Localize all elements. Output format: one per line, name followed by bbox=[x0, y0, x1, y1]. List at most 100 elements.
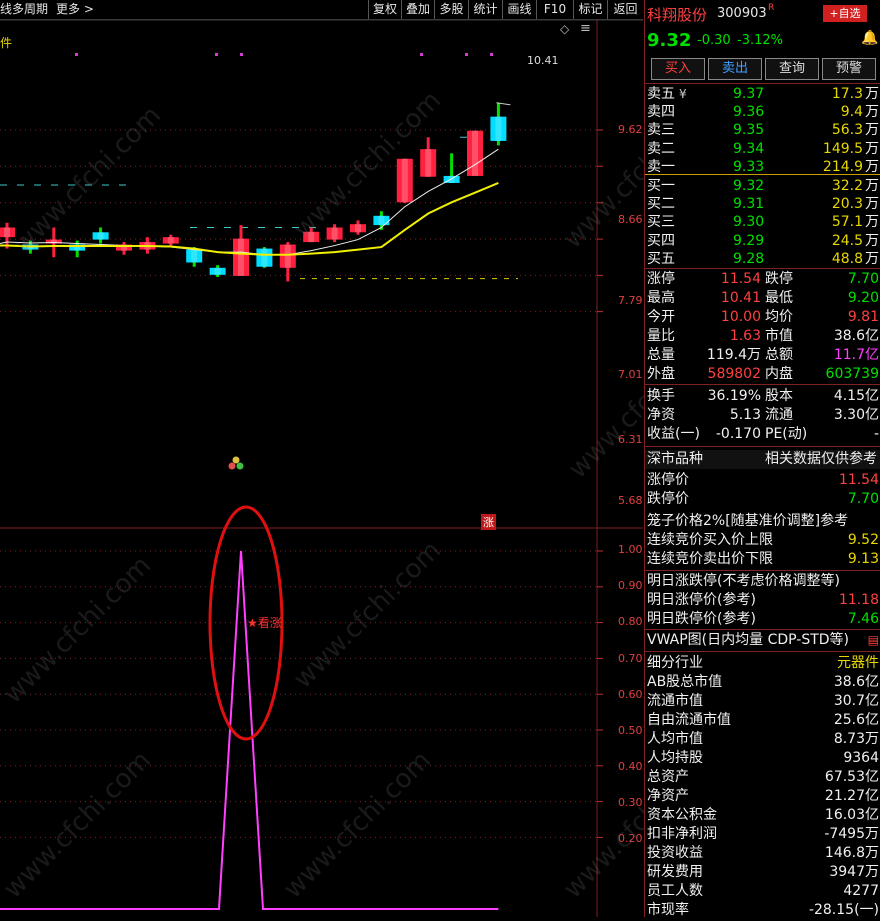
bid-row[interactable]: 买三 9.30 57.1 万 bbox=[645, 213, 880, 232]
zhang-badge: 涨 bbox=[481, 514, 496, 530]
toolbar-multi-stock-button[interactable]: 多股 bbox=[434, 0, 468, 19]
stat-row: 最高 10.41 最低 9.20 bbox=[647, 290, 879, 306]
kline-chart-area[interactable]: 件 ◇ ≡ 10.41 涨 ★看涨 9.62 8.66 7.79 7.01 6.… bbox=[0, 19, 722, 917]
price-gridlines bbox=[0, 129, 603, 313]
candle-highlight bbox=[472, 130, 478, 176]
bid-row[interactable]: 买一 9.32 32.2 万 bbox=[645, 177, 880, 196]
market-header: 深市品种 相关数据仅供参考 bbox=[645, 450, 880, 469]
toolbar-statistics-button[interactable]: 统计 bbox=[468, 0, 502, 19]
query-button[interactable]: 查询 bbox=[765, 58, 819, 80]
price-tick: 8.66 bbox=[618, 213, 643, 226]
stat-row: 换手 36.19% 股本 4.15亿 bbox=[647, 388, 879, 404]
candle-highlight bbox=[331, 227, 338, 240]
vwap-row[interactable]: VWAP图(日内均量 CDP-STD等) ▤ bbox=[645, 631, 880, 650]
candle-highlight bbox=[97, 232, 104, 240]
quote-panel: 科翔股份 300903 R +自选 9.32 -0.30 -3.12% 🔔 买入… bbox=[644, 0, 880, 918]
ask-row[interactable]: 卖三 9.35 56.3 万 bbox=[645, 121, 880, 140]
diamond-icon[interactable]: ◇ bbox=[560, 22, 569, 36]
indicator-tick: 0.90 bbox=[618, 579, 643, 592]
price-row: 扣非净利润 -7495万 bbox=[647, 826, 879, 842]
stat-row: 总量 119.4万 总额 11.7亿 bbox=[647, 347, 879, 363]
candle bbox=[396, 158, 413, 204]
price-tick: 6.31 bbox=[618, 433, 643, 446]
candle bbox=[279, 242, 296, 282]
buy-button[interactable]: 买入 bbox=[651, 58, 705, 80]
alert-button[interactable]: 预警 bbox=[822, 58, 876, 80]
candle-highlight bbox=[191, 249, 198, 263]
signal-cluster-icon bbox=[228, 456, 244, 470]
candle-highlight bbox=[238, 238, 244, 276]
candle-highlight bbox=[261, 248, 268, 267]
kanzhang-signal-label: ★看涨 bbox=[247, 616, 282, 630]
candle bbox=[326, 224, 343, 243]
stat-row: 量比 1.63 市值 38.6亿 bbox=[647, 328, 879, 344]
bid-row[interactable]: 买五 9.28 48.8 万 bbox=[645, 250, 880, 269]
stat-row: 今开 10.00 均价 9.81 bbox=[647, 309, 879, 325]
stat-row: 净资 5.13 流通 3.30亿 bbox=[647, 407, 879, 423]
price-row: 总资产 67.53亿 bbox=[647, 769, 879, 785]
candle-highlight bbox=[214, 267, 221, 275]
market-note: 相关数据仅供参考 bbox=[765, 451, 877, 467]
candle bbox=[92, 227, 109, 244]
toolbar-multi-period[interactable]: 多周期 bbox=[12, 0, 48, 19]
candle-highlight bbox=[401, 158, 408, 203]
price-tick: 9.62 bbox=[618, 123, 643, 136]
menu-icon[interactable]: ≡ bbox=[580, 21, 591, 36]
signal-dots bbox=[75, 53, 493, 56]
candle bbox=[162, 234, 179, 246]
toolbar-mark-button[interactable]: 标记 bbox=[573, 0, 607, 19]
toolbar-more[interactable]: 更多 > bbox=[56, 0, 94, 19]
bid-row[interactable]: 买四 9.29 24.5 万 bbox=[645, 232, 880, 251]
candle bbox=[116, 242, 132, 255]
stat-row: 涨停 11.54 跌停 7.70 bbox=[647, 271, 879, 287]
sell-button[interactable]: 卖出 bbox=[708, 58, 762, 80]
indicator-tick: 0.20 bbox=[618, 832, 643, 845]
price-row: 跌停价 7.70 bbox=[647, 491, 879, 507]
add-watchlist-button[interactable]: +自选 bbox=[823, 5, 867, 22]
toolbar-restore-rights-button[interactable]: 复权 bbox=[368, 0, 401, 19]
candle-highlight bbox=[355, 224, 361, 233]
price-tick: 5.68 bbox=[618, 494, 643, 507]
candle bbox=[490, 102, 507, 146]
price-row: 员工人数 4277 bbox=[647, 883, 879, 899]
stat-row: 收益(一) -0.170 PE(动) - bbox=[647, 426, 879, 442]
stat-row: 外盘 589802 内盘 603739 bbox=[647, 366, 879, 382]
signal-dot bbox=[75, 53, 78, 56]
price-row: 人均持股 9364 bbox=[647, 750, 879, 766]
signal-dot bbox=[465, 53, 468, 56]
bell-icon[interactable]: 🔔 bbox=[861, 30, 878, 46]
toolbar-draw-line-button[interactable]: 画线 bbox=[502, 0, 536, 19]
toolbar-f10-button[interactable]: F10 bbox=[536, 0, 573, 19]
last-price: 9.32 bbox=[647, 30, 692, 51]
price-row: 自由流通市值 25.6亿 bbox=[647, 712, 879, 728]
ask-row[interactable]: 卖二 9.34 149.5 万 bbox=[645, 140, 880, 159]
price-row: 净资产 21.27亿 bbox=[647, 788, 879, 804]
indicator-tick: 0.60 bbox=[618, 688, 643, 701]
toolbar-overlay-button[interactable]: 叠加 bbox=[401, 0, 434, 19]
chart-toolbar: 线 多周期 更多 > 复权 叠加 多股 统计 画线 F10 标记 返回 bbox=[0, 0, 643, 20]
indicator-tick: 1.00 bbox=[618, 543, 643, 556]
price-row: 人均市值 8.73万 bbox=[647, 731, 879, 747]
candle bbox=[233, 225, 249, 276]
price-tick: 7.79 bbox=[618, 294, 643, 307]
signal-dot bbox=[420, 53, 423, 56]
toolbar-period-partial[interactable]: 线 bbox=[0, 0, 12, 19]
ask-row[interactable]: 卖四 9.36 9.4 万 bbox=[645, 103, 880, 122]
indicator-tick: 0.70 bbox=[618, 652, 643, 665]
candle-highlight bbox=[284, 244, 291, 268]
indicator-tick: 0.40 bbox=[618, 760, 643, 773]
candle bbox=[256, 247, 273, 268]
stock-code: 300903 bbox=[717, 6, 767, 21]
ask-row[interactable]: 卖五 ¥ 9.37 17.3 万 bbox=[645, 85, 880, 104]
price-row: AB股总市值 38.6亿 bbox=[647, 674, 879, 690]
indicator-name-label: 件 bbox=[0, 36, 13, 50]
price-row: 流通市值 30.7亿 bbox=[647, 693, 879, 709]
candle-highlight bbox=[378, 215, 385, 226]
bid-row[interactable]: 买二 9.31 20.3 万 bbox=[645, 195, 880, 214]
stock-name: 科翔股份 bbox=[647, 6, 708, 24]
price-row: 资本公积金 16.03亿 bbox=[647, 807, 879, 823]
toolbar-back-button[interactable]: 返回 bbox=[607, 0, 643, 19]
kline-chart-svg[interactable] bbox=[0, 19, 643, 917]
price-row: 研发费用 3947万 bbox=[647, 864, 879, 880]
price-row: 连续竞价买入价上限 9.52 bbox=[647, 532, 879, 548]
